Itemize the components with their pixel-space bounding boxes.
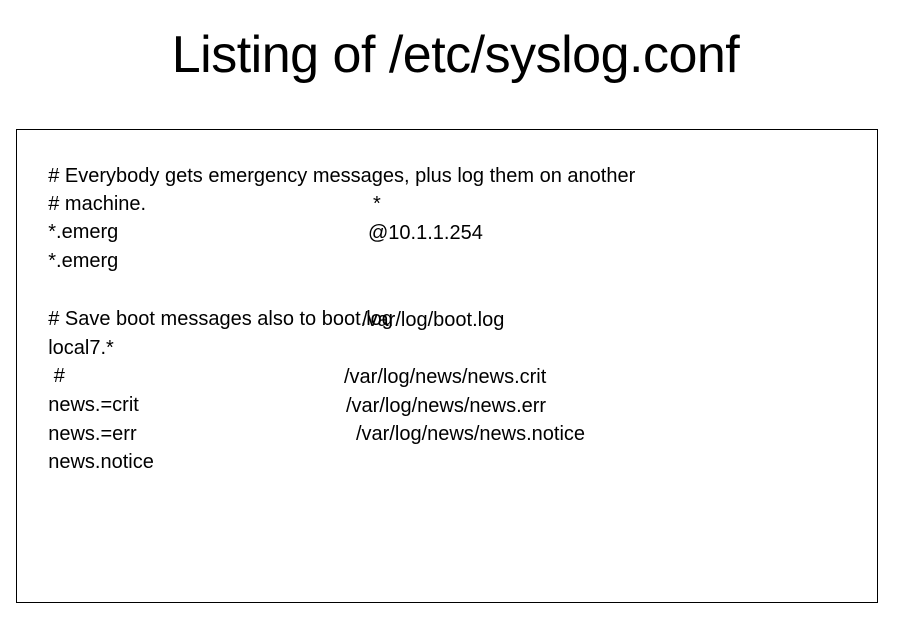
listing-line: news.=crit /var/log/news/news.crit [26,363,546,416]
line-selector: *.emerg [48,250,119,272]
listing-line-blank [26,248,48,276]
listing-line: # Everybody gets emergency messages, plu… [26,134,635,187]
line-action: /var/log/news/news.notice [356,423,586,445]
listing-line: news.=err /var/log/news/news.err [26,392,546,445]
slide-title: Listing of /etc/syslog.conf [171,26,740,84]
listing-line: local7.* /var/log/boot.log [26,306,504,359]
line-selector: news.notice [48,451,154,473]
listing-line: *.emerg @10.1.1.254 [26,219,483,272]
listing-line: # machine. [26,162,146,215]
line-action: /var/log/boot.log [362,309,505,331]
line-action: /var/log/news/news.err [346,395,547,417]
listing-line: *.emerg * [26,190,381,243]
line-action: * [373,193,381,215]
listing-line: # [26,334,65,387]
line-action: @10.1.1.254 [368,222,483,244]
line-action: /var/log/news/news.crit [344,366,547,388]
config-listing-box: # Everybody gets emergency messages, plu… [16,129,878,603]
listing-line: # Save boot messages also to boot.log [26,277,393,330]
listing-line: news.notice /var/log/news/news.notice [26,420,585,473]
